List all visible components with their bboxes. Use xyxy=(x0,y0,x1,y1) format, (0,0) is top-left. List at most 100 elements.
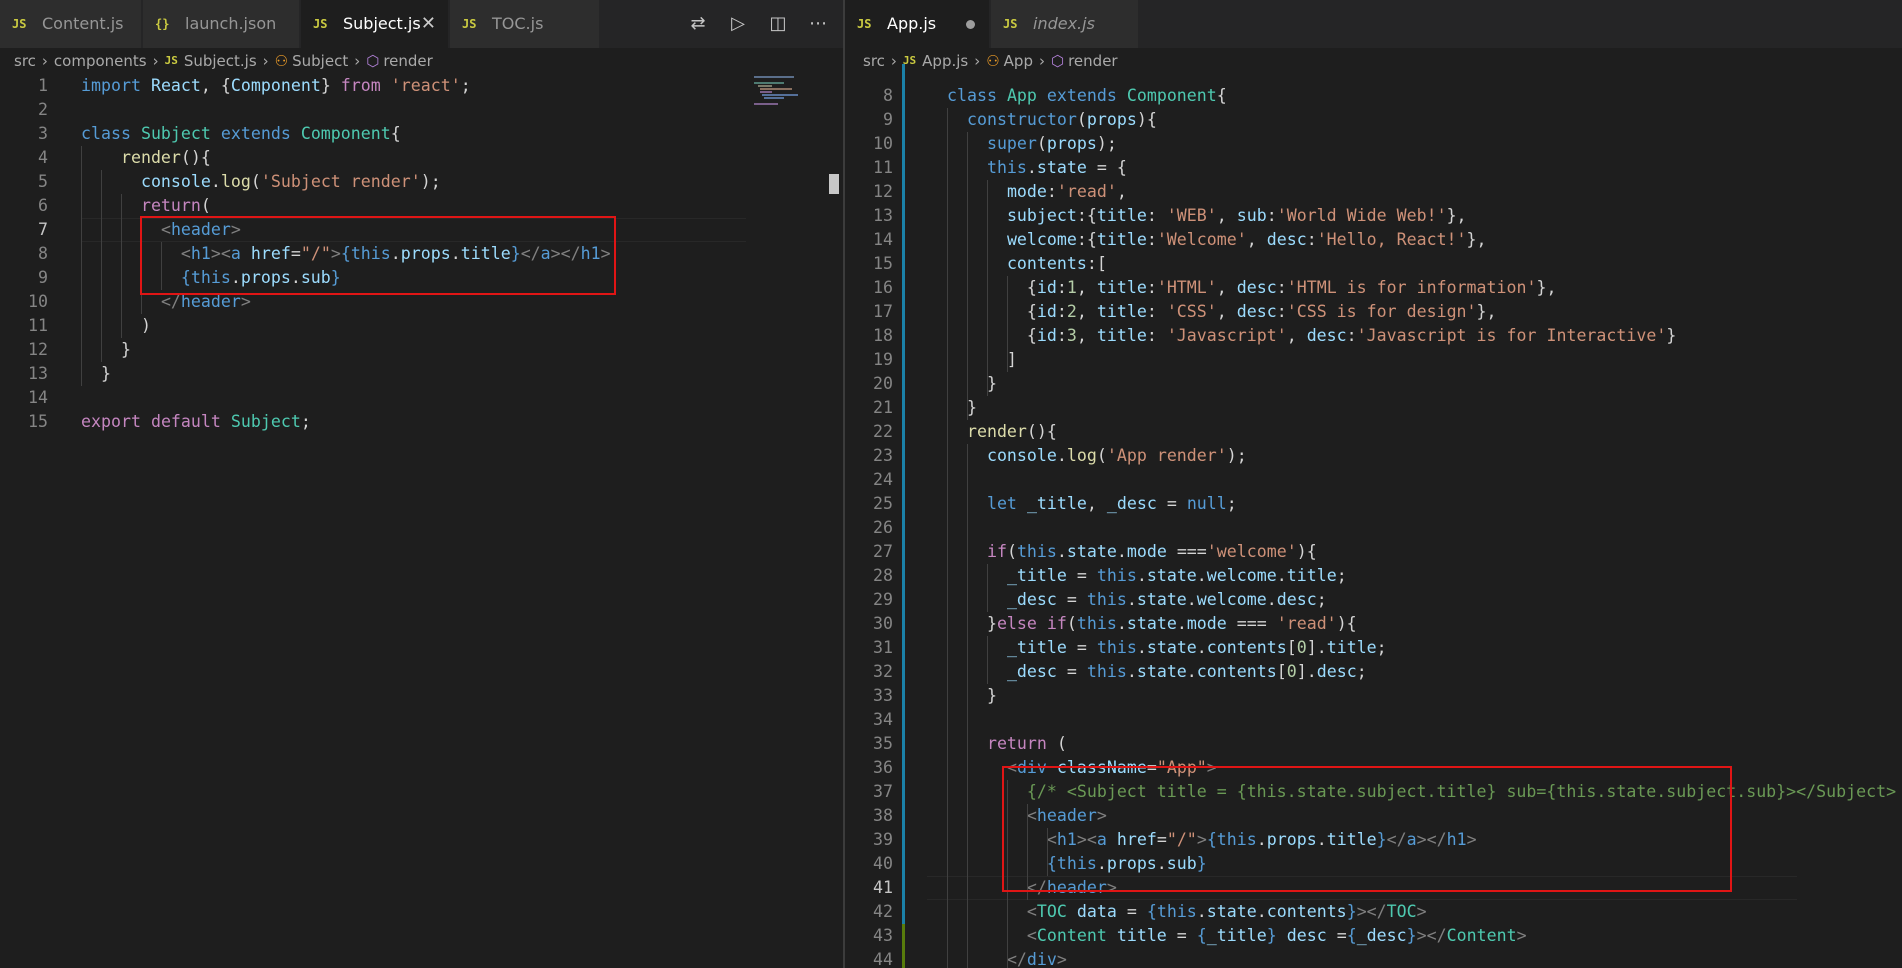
breadcrumb-file[interactable]: App.js xyxy=(922,48,968,74)
code-line[interactable]: 21 } xyxy=(845,396,1902,420)
code-line[interactable]: 8 class App extends Component{ xyxy=(845,84,1902,108)
line-number: 21 xyxy=(873,398,893,417)
code-token: 3 xyxy=(1066,326,1077,345)
code-token: }, xyxy=(1466,230,1487,249)
split-editor-icon[interactable]: ◫ xyxy=(763,0,793,48)
code-line[interactable]: 6 return( xyxy=(0,194,843,218)
code-line[interactable]: 14 welcome:{title:'Welcome', desc:'Hello… xyxy=(845,228,1902,252)
code-line[interactable]: 15 export default Subject; xyxy=(0,410,843,434)
tab-content-js[interactable]: JS Content.js xyxy=(0,0,142,48)
breadcrumb-file[interactable]: Subject.js xyxy=(184,48,257,74)
more-actions-icon[interactable]: ⋯ xyxy=(803,0,833,48)
line-number: 36 xyxy=(873,758,893,777)
code-line[interactable]: 18 {id:3, title: 'Javascript', desc:'Jav… xyxy=(845,324,1902,348)
code-line[interactable]: 27 if(this.state.mode ==='welcome'){ xyxy=(845,540,1902,564)
tab-launch-json[interactable]: {} launch.json xyxy=(143,0,300,48)
vertical-scrollbar[interactable] xyxy=(829,174,839,194)
code-line[interactable]: 34 xyxy=(845,708,1902,732)
code-line[interactable]: 11 this.state = { xyxy=(845,156,1902,180)
code-line[interactable]: 44 </div> xyxy=(845,948,1902,968)
code-token: . xyxy=(1196,902,1207,921)
code-token: state xyxy=(1126,614,1177,633)
indent-guide xyxy=(81,146,82,386)
close-icon[interactable]: ✕ xyxy=(421,0,436,48)
code-line[interactable]: 43 <Content title = {_title} desc ={_des… xyxy=(845,924,1902,948)
code-line[interactable]: 11 ) xyxy=(0,314,843,338)
breadcrumb-class[interactable]: Subject xyxy=(292,48,348,74)
code-line[interactable]: 16 {id:1, title:'HTML', desc:'HTML is fo… xyxy=(845,276,1902,300)
code-line[interactable]: 3 class Subject extends Component{ xyxy=(0,122,843,146)
code-token: contents xyxy=(1266,902,1347,921)
code-line[interactable]: 33 } xyxy=(845,684,1902,708)
code-editor-subject[interactable]: 1 import React, {Component} from 'react';… xyxy=(0,74,843,968)
minimap[interactable] xyxy=(752,74,822,114)
code-text: {id:2, title: 'CSS', desc:'CSS is for de… xyxy=(927,300,1497,324)
code-line[interactable]: 32 _desc = this.state.contents[0].desc; xyxy=(845,660,1902,684)
code-line[interactable]: 30 }else if(this.state.mode === 'read'){ xyxy=(845,612,1902,636)
code-line[interactable]: 14 xyxy=(0,386,843,410)
code-text: export default Subject; xyxy=(81,410,311,434)
code-line[interactable]: 29 _desc = this.state.welcome.desc; xyxy=(845,588,1902,612)
right-editor-group: JS App.js JS index.js src › JS App.js › ⚇ App ›… xyxy=(845,0,1902,968)
code-line[interactable]: 12 mode:'read', xyxy=(845,180,1902,204)
code-line[interactable]: 25 let _title, _desc = null; xyxy=(845,492,1902,516)
code-editor-app[interactable]: 8 class App extends Component{9 construc… xyxy=(845,64,1902,968)
code-line[interactable]: 42 <TOC data = {this.state.contents}></T… xyxy=(845,900,1902,924)
code-line[interactable]: 35 return ( xyxy=(845,732,1902,756)
code-line[interactable]: 5 console.log('Subject render'); xyxy=(0,170,843,194)
code-token: : xyxy=(1276,278,1287,297)
code-line[interactable]: 2 xyxy=(0,98,843,122)
code-line[interactable]: 19 ] xyxy=(845,348,1902,372)
line-number: 39 xyxy=(873,830,893,849)
code-line[interactable]: 1 import React, {Component} from 'react'; xyxy=(0,74,843,98)
code-line[interactable]: 9 constructor(props){ xyxy=(845,108,1902,132)
run-icon[interactable]: ▷ xyxy=(723,0,753,48)
code-text: mode:'read', xyxy=(927,180,1127,204)
tab-subject-js[interactable]: JS Subject.js ✕ xyxy=(301,0,449,48)
code-token: . xyxy=(1056,542,1067,561)
breadcrumb-class[interactable]: App xyxy=(1004,48,1033,74)
code-line[interactable]: 23 console.log('App render'); xyxy=(845,444,1902,468)
line-number: 34 xyxy=(873,710,893,729)
code-line[interactable]: 13 subject:{title: 'WEB', sub:'World Wid… xyxy=(845,204,1902,228)
code-token: data xyxy=(1076,902,1117,921)
code-token: this xyxy=(1076,614,1117,633)
tab-toc-js[interactable]: JS TOC.js xyxy=(450,0,600,48)
code-line[interactable]: 31 _title = this.state.contents[0].title… xyxy=(845,636,1902,660)
code-token: div xyxy=(1026,950,1057,968)
code-line[interactable]: 15 contents:[ xyxy=(845,252,1902,276)
code-text: _title = this.state.contents[0].title; xyxy=(927,636,1387,660)
code-token: ; xyxy=(1356,662,1367,681)
breadcrumb-folder-src[interactable]: src xyxy=(14,48,36,74)
breadcrumb: src › JS App.js › ⚇ App › ⬡ render xyxy=(845,48,1902,74)
tab-app-js[interactable]: JS App.js xyxy=(845,0,990,48)
code-line[interactable]: 10 super(props); xyxy=(845,132,1902,156)
chevron-right-icon: › xyxy=(890,52,897,70)
code-text: console.log('App render'); xyxy=(927,444,1247,468)
code-token: < xyxy=(1026,926,1037,945)
line-number: 1 xyxy=(38,76,48,95)
breadcrumb-folder-src[interactable]: src xyxy=(863,48,885,74)
code-line[interactable]: 26 xyxy=(845,516,1902,540)
code-line[interactable]: 4 render(){ xyxy=(0,146,843,170)
breadcrumb-method[interactable]: render xyxy=(383,48,433,74)
method-symbol-icon: ⬡ xyxy=(1050,52,1065,70)
code-line[interactable]: 28 _title = this.state.welcome.title; xyxy=(845,564,1902,588)
source-control-compare-icon[interactable]: ⇄ xyxy=(683,0,713,48)
code-line[interactable]: 12 } xyxy=(0,338,843,362)
tab-index-js[interactable]: JS index.js xyxy=(991,0,1139,48)
code-line[interactable]: 17 {id:2, title: 'CSS', desc:'CSS is for… xyxy=(845,300,1902,324)
code-line[interactable]: 22 render(){ xyxy=(845,420,1902,444)
code-line[interactable]: 24 xyxy=(845,468,1902,492)
code-token: = xyxy=(1326,926,1347,945)
code-line[interactable]: 13 } xyxy=(0,362,843,386)
breadcrumb-method[interactable]: render xyxy=(1068,48,1118,74)
line-number: 18 xyxy=(873,326,893,345)
code-token: = xyxy=(1056,590,1087,609)
unsaved-dot-icon[interactable] xyxy=(966,20,975,29)
breadcrumb-folder-components[interactable]: components xyxy=(54,48,147,74)
code-line[interactable]: 20 } xyxy=(845,372,1902,396)
